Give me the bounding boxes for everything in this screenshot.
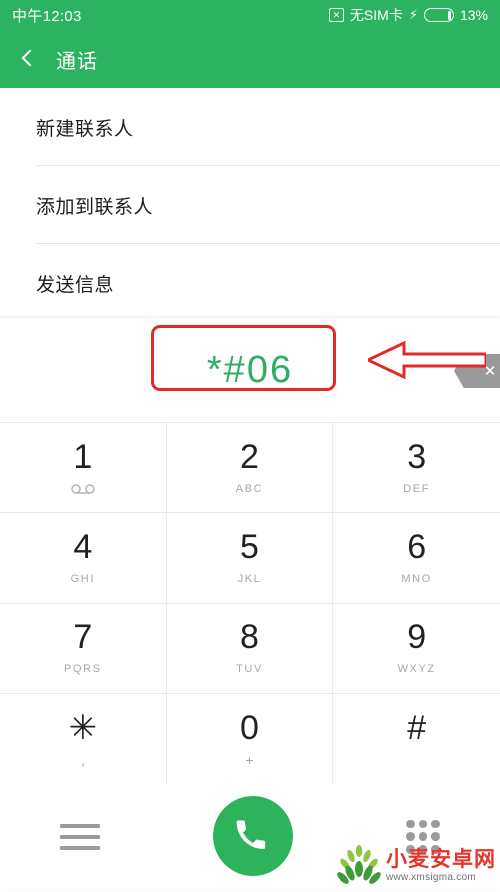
dialpad-key-1[interactable]: 1 [0, 423, 167, 514]
dialpad-key-5[interactable]: 5 JKL [166, 513, 334, 604]
key-letters: ABC [235, 482, 264, 495]
dialpad-key-6[interactable]: 6 MNO [333, 513, 500, 604]
key-letters: MNO [401, 572, 432, 585]
menu-item-label: 新建联系人 [36, 118, 134, 140]
key-digit: 9 [407, 618, 427, 657]
grid-dot [406, 819, 415, 829]
key-digit: 8 [240, 618, 259, 657]
key-letters: TUV [236, 663, 263, 676]
dialpad-key-0[interactable]: 0 + [166, 693, 334, 784]
key-letters: DEF [403, 482, 431, 495]
watermark-text: 小麦安卓网 www.xmsigma.com [386, 849, 496, 883]
key-letters: + [245, 751, 254, 768]
sim-status-label: 无SIM卡 [349, 7, 403, 23]
key-letters: GHI [70, 572, 95, 585]
backspace-delete-icon[interactable]: ✕ [454, 354, 500, 388]
key-digit: 4 [73, 527, 93, 566]
watermark-site-name: 小麦安卓网 [386, 848, 496, 871]
lightning-bolt-icon: ⚡ [408, 7, 418, 22]
battery-percent-label: 13% [459, 7, 488, 23]
dialed-number-value: *#06 [206, 348, 294, 391]
wheat-logo-icon [337, 845, 381, 887]
grid-dot [431, 819, 440, 829]
grid-dot [431, 832, 440, 841]
menu-item-label: 添加到联系人 [36, 196, 154, 218]
battery-fill [448, 10, 452, 20]
contact-action-menu: 新建联系人 添加到联系人 发送信息 [0, 88, 500, 323]
dialpad-key-2[interactable]: 2 ABC [166, 423, 334, 514]
hamburger-menu-icon[interactable] [60, 823, 100, 850]
hamburger-line [60, 823, 100, 828]
dialpad-key-8[interactable]: 8 TUV [166, 603, 334, 694]
key-digit: 7 [73, 618, 93, 657]
voicemail-icon [70, 483, 96, 496]
key-digit: 1 [73, 437, 93, 476]
menu-item-send-message[interactable]: 发送信息 [0, 244, 500, 322]
dialer-panel: *#06 ✕ 1 2 ABC 3 DEF 4 GHI 5 JKL 6 MNO 7… [0, 318, 500, 889]
dialpad-key-star[interactable]: ✳ , [0, 693, 167, 784]
status-bar: 中午12:03 ✕ 无SIM卡 ⚡ 13% [0, 0, 500, 30]
dialpad-key-9[interactable]: 9 WXYZ [333, 603, 500, 694]
menu-item-add-to-contact[interactable]: 添加到联系人 [0, 166, 500, 244]
key-digit: # [407, 708, 427, 747]
grid-dot [418, 819, 428, 829]
dialpad-key-7[interactable]: 7 PQRS [0, 603, 167, 694]
key-digit: ✳ [68, 708, 98, 747]
key-letters: WXYZ [397, 663, 436, 676]
dialpad-keys: 1 2 ABC 3 DEF 4 GHI 5 JKL 6 MNO 7 PQRS 8… [0, 422, 500, 784]
key-digit: 6 [407, 527, 427, 566]
watermark-url: www.xmsigma.com [386, 872, 477, 883]
hamburger-line [60, 834, 100, 839]
key-digit: 3 [407, 437, 427, 476]
key-digit: 5 [240, 527, 259, 566]
chevron-left-icon[interactable] [18, 49, 38, 69]
battery-icon [423, 8, 454, 22]
key-digit: 2 [240, 437, 259, 476]
dialpad-key-hash[interactable]: # [333, 693, 500, 784]
dialed-number-display[interactable]: *#06 ✕ [0, 318, 500, 422]
dialpad-key-3[interactable]: 3 DEF [333, 423, 500, 514]
key-letters: JKL [237, 572, 262, 585]
key-letters: PQRS [64, 663, 102, 676]
grid-dot [418, 832, 428, 841]
key-letters: , [80, 751, 85, 768]
menu-item-label: 发送信息 [36, 274, 115, 296]
app-bar: 通话 [0, 30, 500, 88]
status-clock: 中午12:03 [12, 7, 82, 25]
sim-no-card-icon: ✕ [328, 8, 344, 22]
menu-item-new-contact[interactable]: 新建联系人 [0, 88, 500, 166]
status-indicators: ✕ 无SIM卡 ⚡ 13% [328, 5, 488, 25]
call-button[interactable] [213, 795, 293, 876]
site-watermark: 小麦安卓网 www.xmsigma.com [337, 845, 496, 887]
key-digit: 0 [240, 708, 259, 747]
hamburger-line [60, 845, 100, 850]
dialpad-key-4[interactable]: 4 GHI [0, 513, 167, 604]
phone-call-icon [236, 820, 266, 849]
phone-screen: 中午12:03 ✕ 无SIM卡 ⚡ 13% 通话 新建联系人 添加到联系人 发送… [0, 0, 500, 889]
page-title: 通话 [56, 50, 98, 73]
grid-dot [406, 832, 415, 841]
backspace-x-glyph: ✕ [483, 363, 497, 380]
